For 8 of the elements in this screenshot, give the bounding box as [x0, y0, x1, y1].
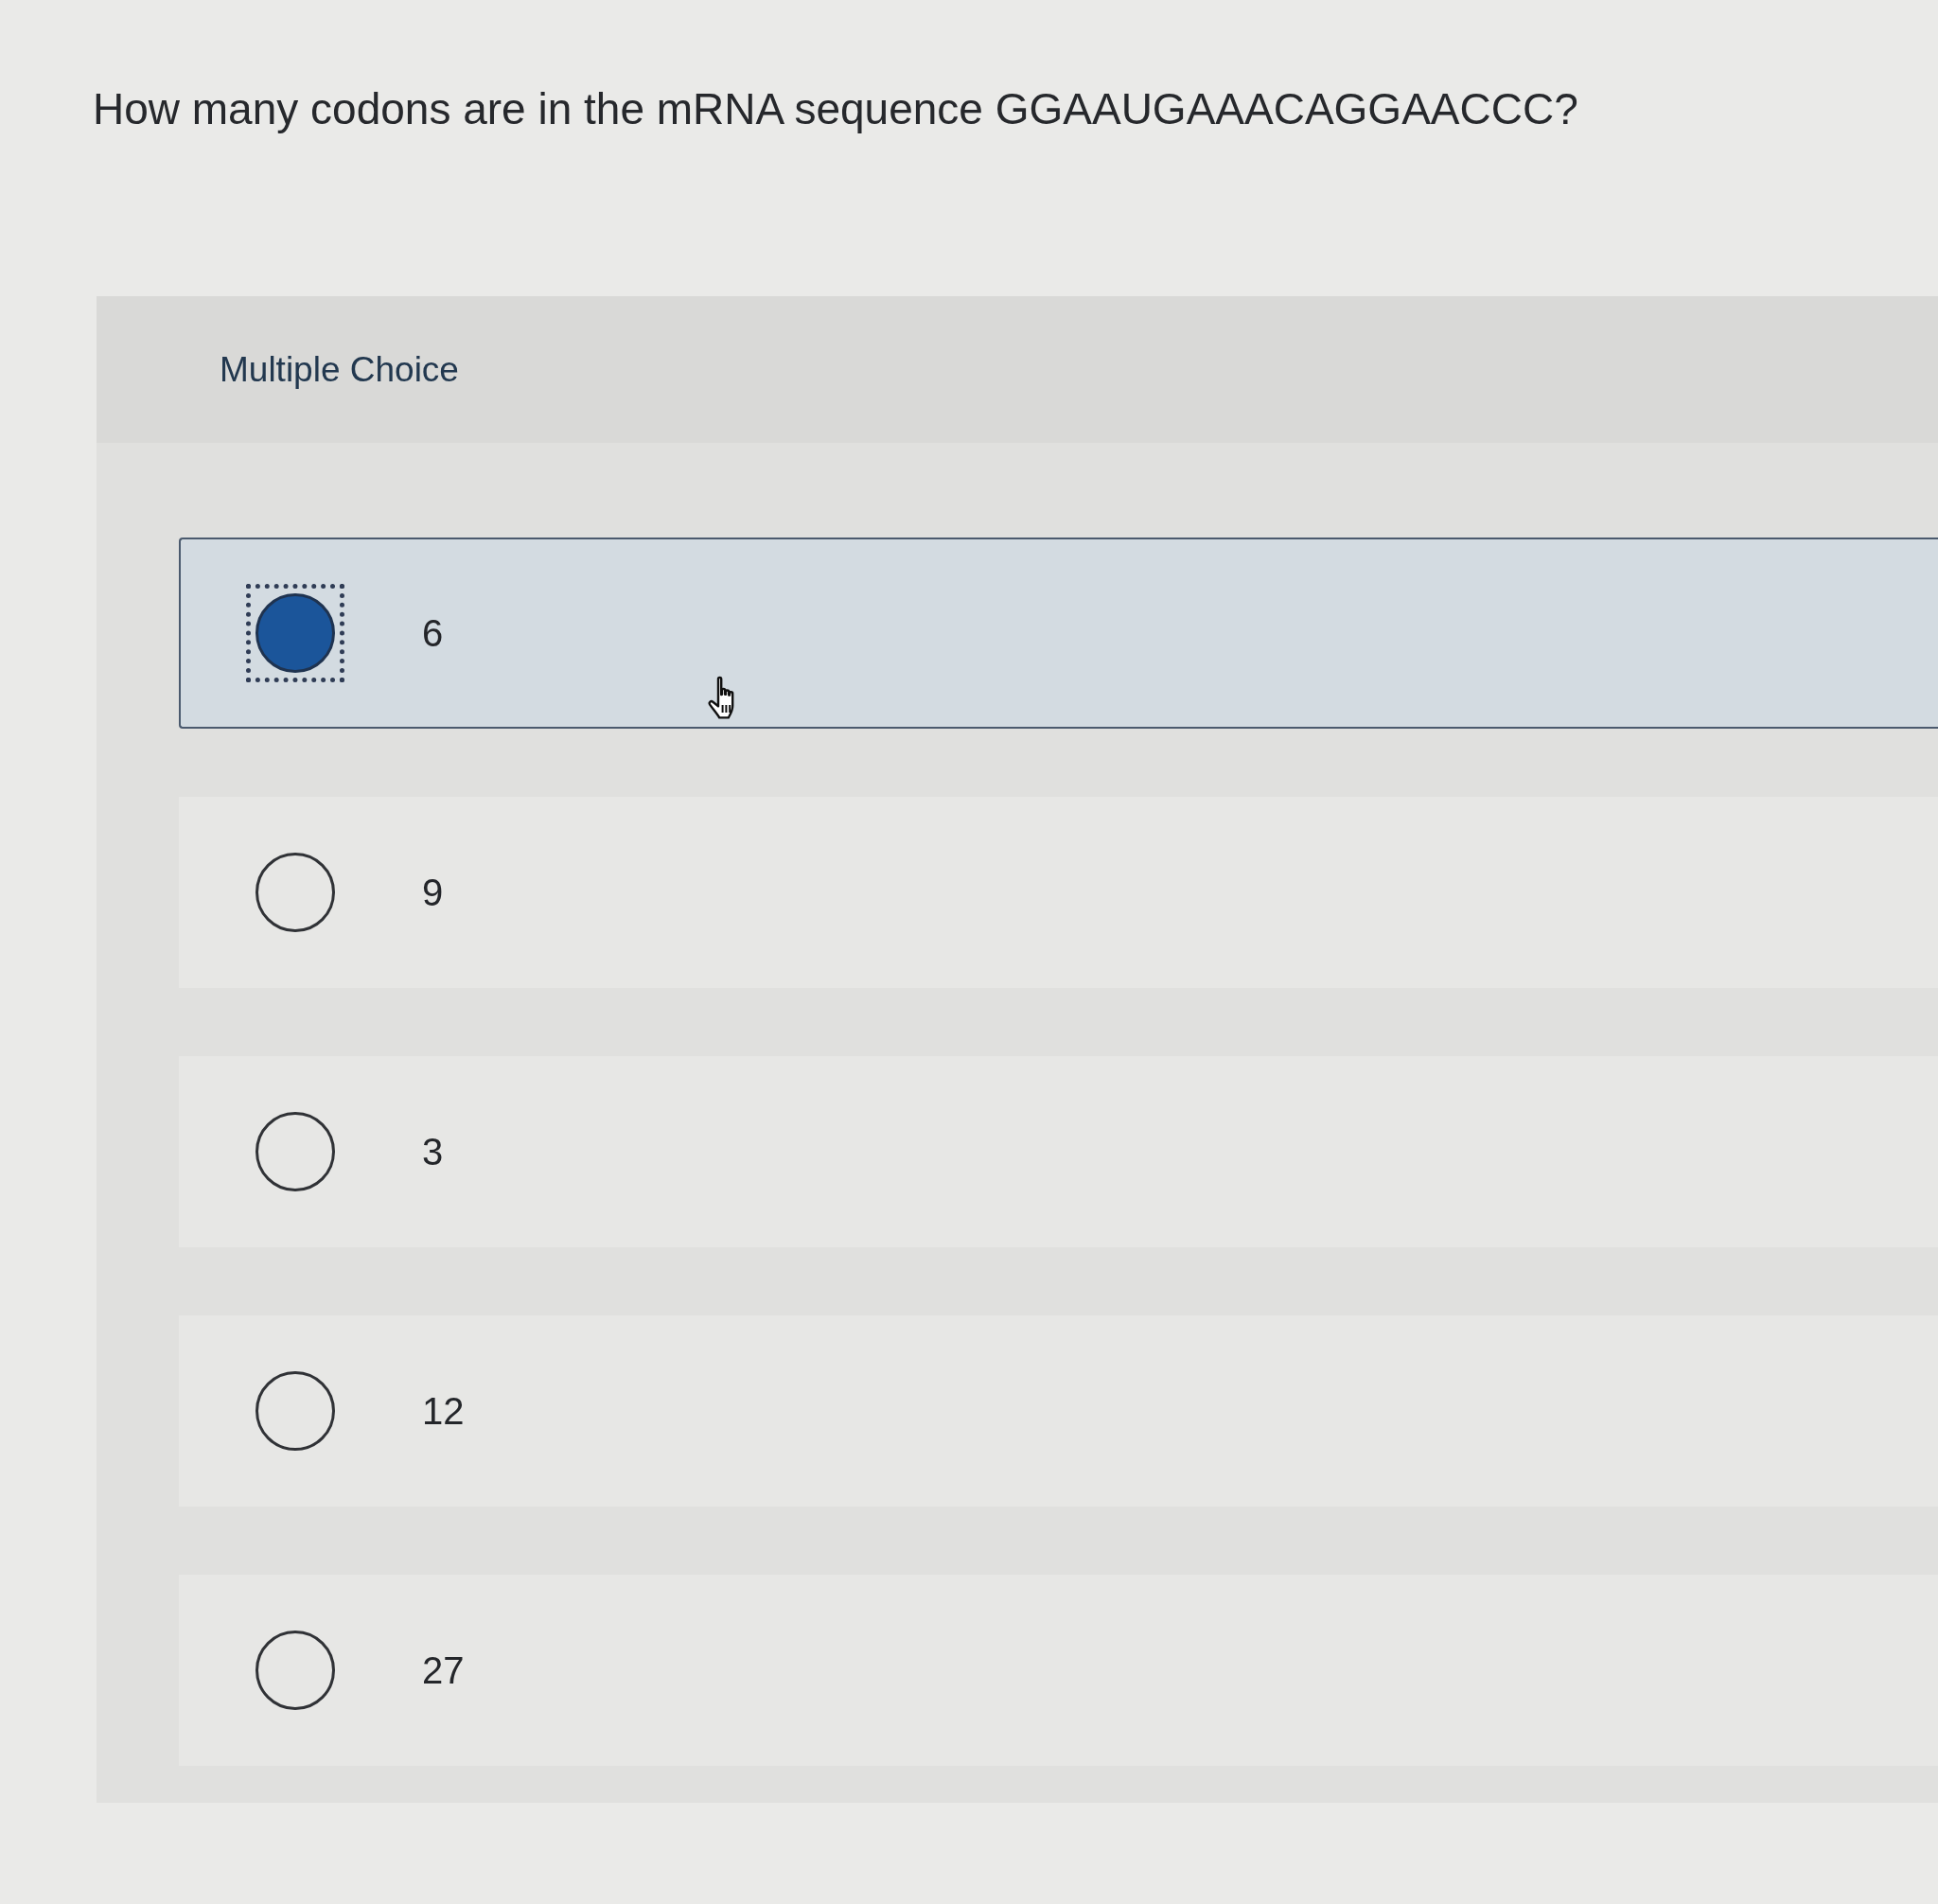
question-type-label: Multiple Choice: [220, 349, 459, 390]
radio-button[interactable]: [246, 584, 344, 682]
question-text: How many codons are in the mRNA sequence GGAAUGAAACAGGAACCC?: [93, 83, 1578, 135]
answer-option[interactable]: 6: [179, 538, 1938, 729]
answer-option[interactable]: 9: [179, 797, 1938, 988]
answer-option[interactable]: 3: [179, 1056, 1938, 1247]
answer-option[interactable]: 12: [179, 1315, 1938, 1507]
answer-option[interactable]: 27: [179, 1575, 1938, 1766]
